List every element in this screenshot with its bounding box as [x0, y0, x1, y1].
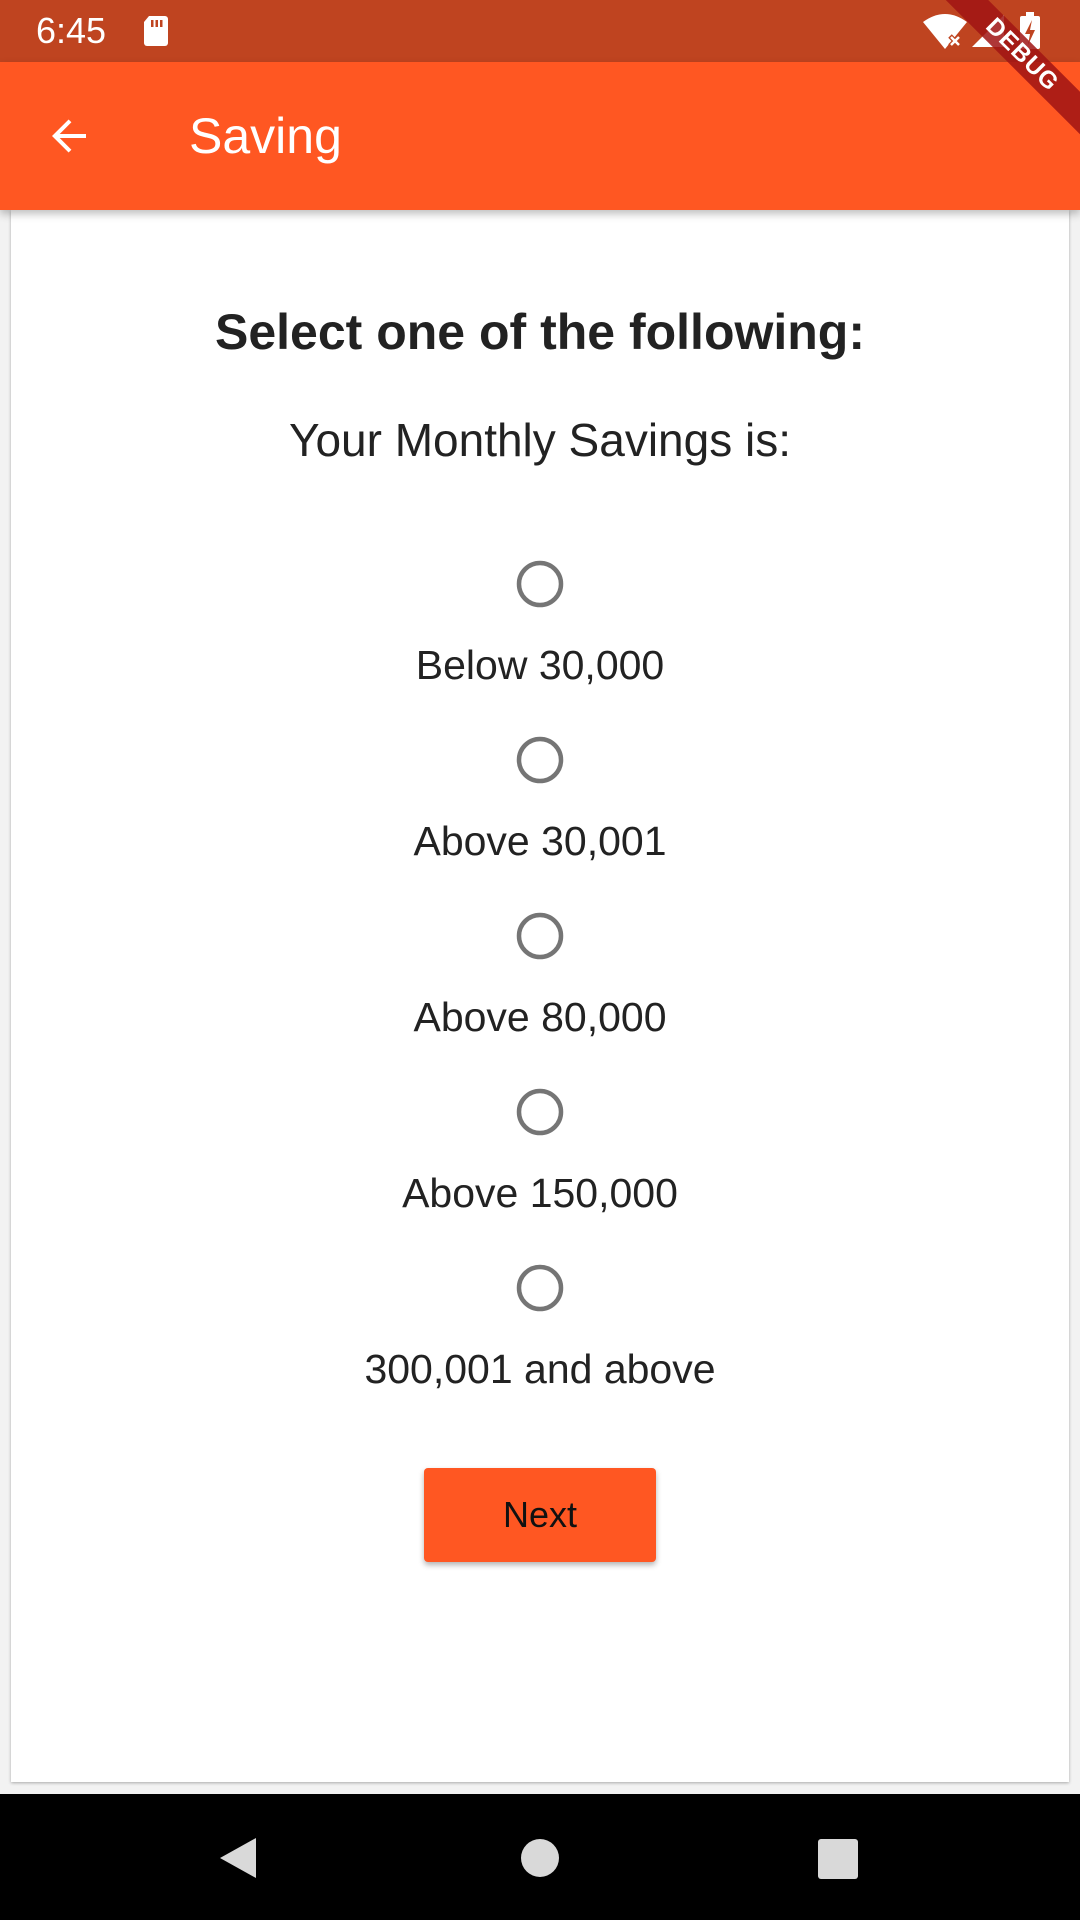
radio-button-unchecked-icon[interactable]	[516, 736, 564, 784]
nav-recents-icon[interactable]	[817, 1838, 859, 1880]
signal-icon	[972, 15, 1004, 47]
radio-option-label[interactable]: Above 150,000	[11, 1168, 1069, 1218]
form-heading: Select one of the following:	[215, 304, 865, 360]
radio-button-unchecked-icon[interactable]	[516, 1264, 564, 1312]
radio-button-unchecked-icon[interactable]	[516, 560, 564, 608]
radio-option[interactable]: Below 30,000	[11, 560, 1069, 736]
radio-option-label[interactable]: Above 30,001	[11, 816, 1069, 866]
radio-button-unchecked-icon[interactable]	[516, 912, 564, 960]
page-title: Saving	[189, 108, 342, 164]
nav-back-icon[interactable]	[218, 1836, 258, 1880]
radio-option[interactable]: Above 80,000	[11, 912, 1069, 1088]
radio-option[interactable]: 300,001 and above	[11, 1264, 1069, 1440]
radio-option-label[interactable]: Above 80,000	[11, 992, 1069, 1042]
status-time: 6:45	[36, 10, 107, 51]
system-nav-bar	[0, 1794, 1080, 1920]
radio-option-label[interactable]: 300,001 and above	[11, 1344, 1069, 1394]
wifi-off-icon	[923, 14, 967, 49]
app-bar: Saving	[0, 62, 1080, 210]
nav-home-icon[interactable]	[520, 1838, 560, 1878]
radio-option[interactable]: Above 30,001	[11, 736, 1069, 912]
back-button[interactable]	[40, 106, 100, 166]
arrow-back-icon	[52, 119, 86, 153]
radio-option[interactable]: Above 150,000	[11, 1088, 1069, 1264]
form-card: Select one of the following: Your Monthl…	[11, 210, 1069, 1782]
radio-button-unchecked-icon[interactable]	[516, 1088, 564, 1136]
form-question: Your Monthly Savings is:	[288, 414, 791, 466]
battery-charging-icon	[1020, 12, 1040, 49]
next-button[interactable]: Next	[424, 1468, 656, 1562]
sd-card-icon	[144, 16, 168, 46]
status-bar: 6:45	[0, 0, 1080, 62]
radio-option-label[interactable]: Below 30,000	[11, 640, 1069, 690]
